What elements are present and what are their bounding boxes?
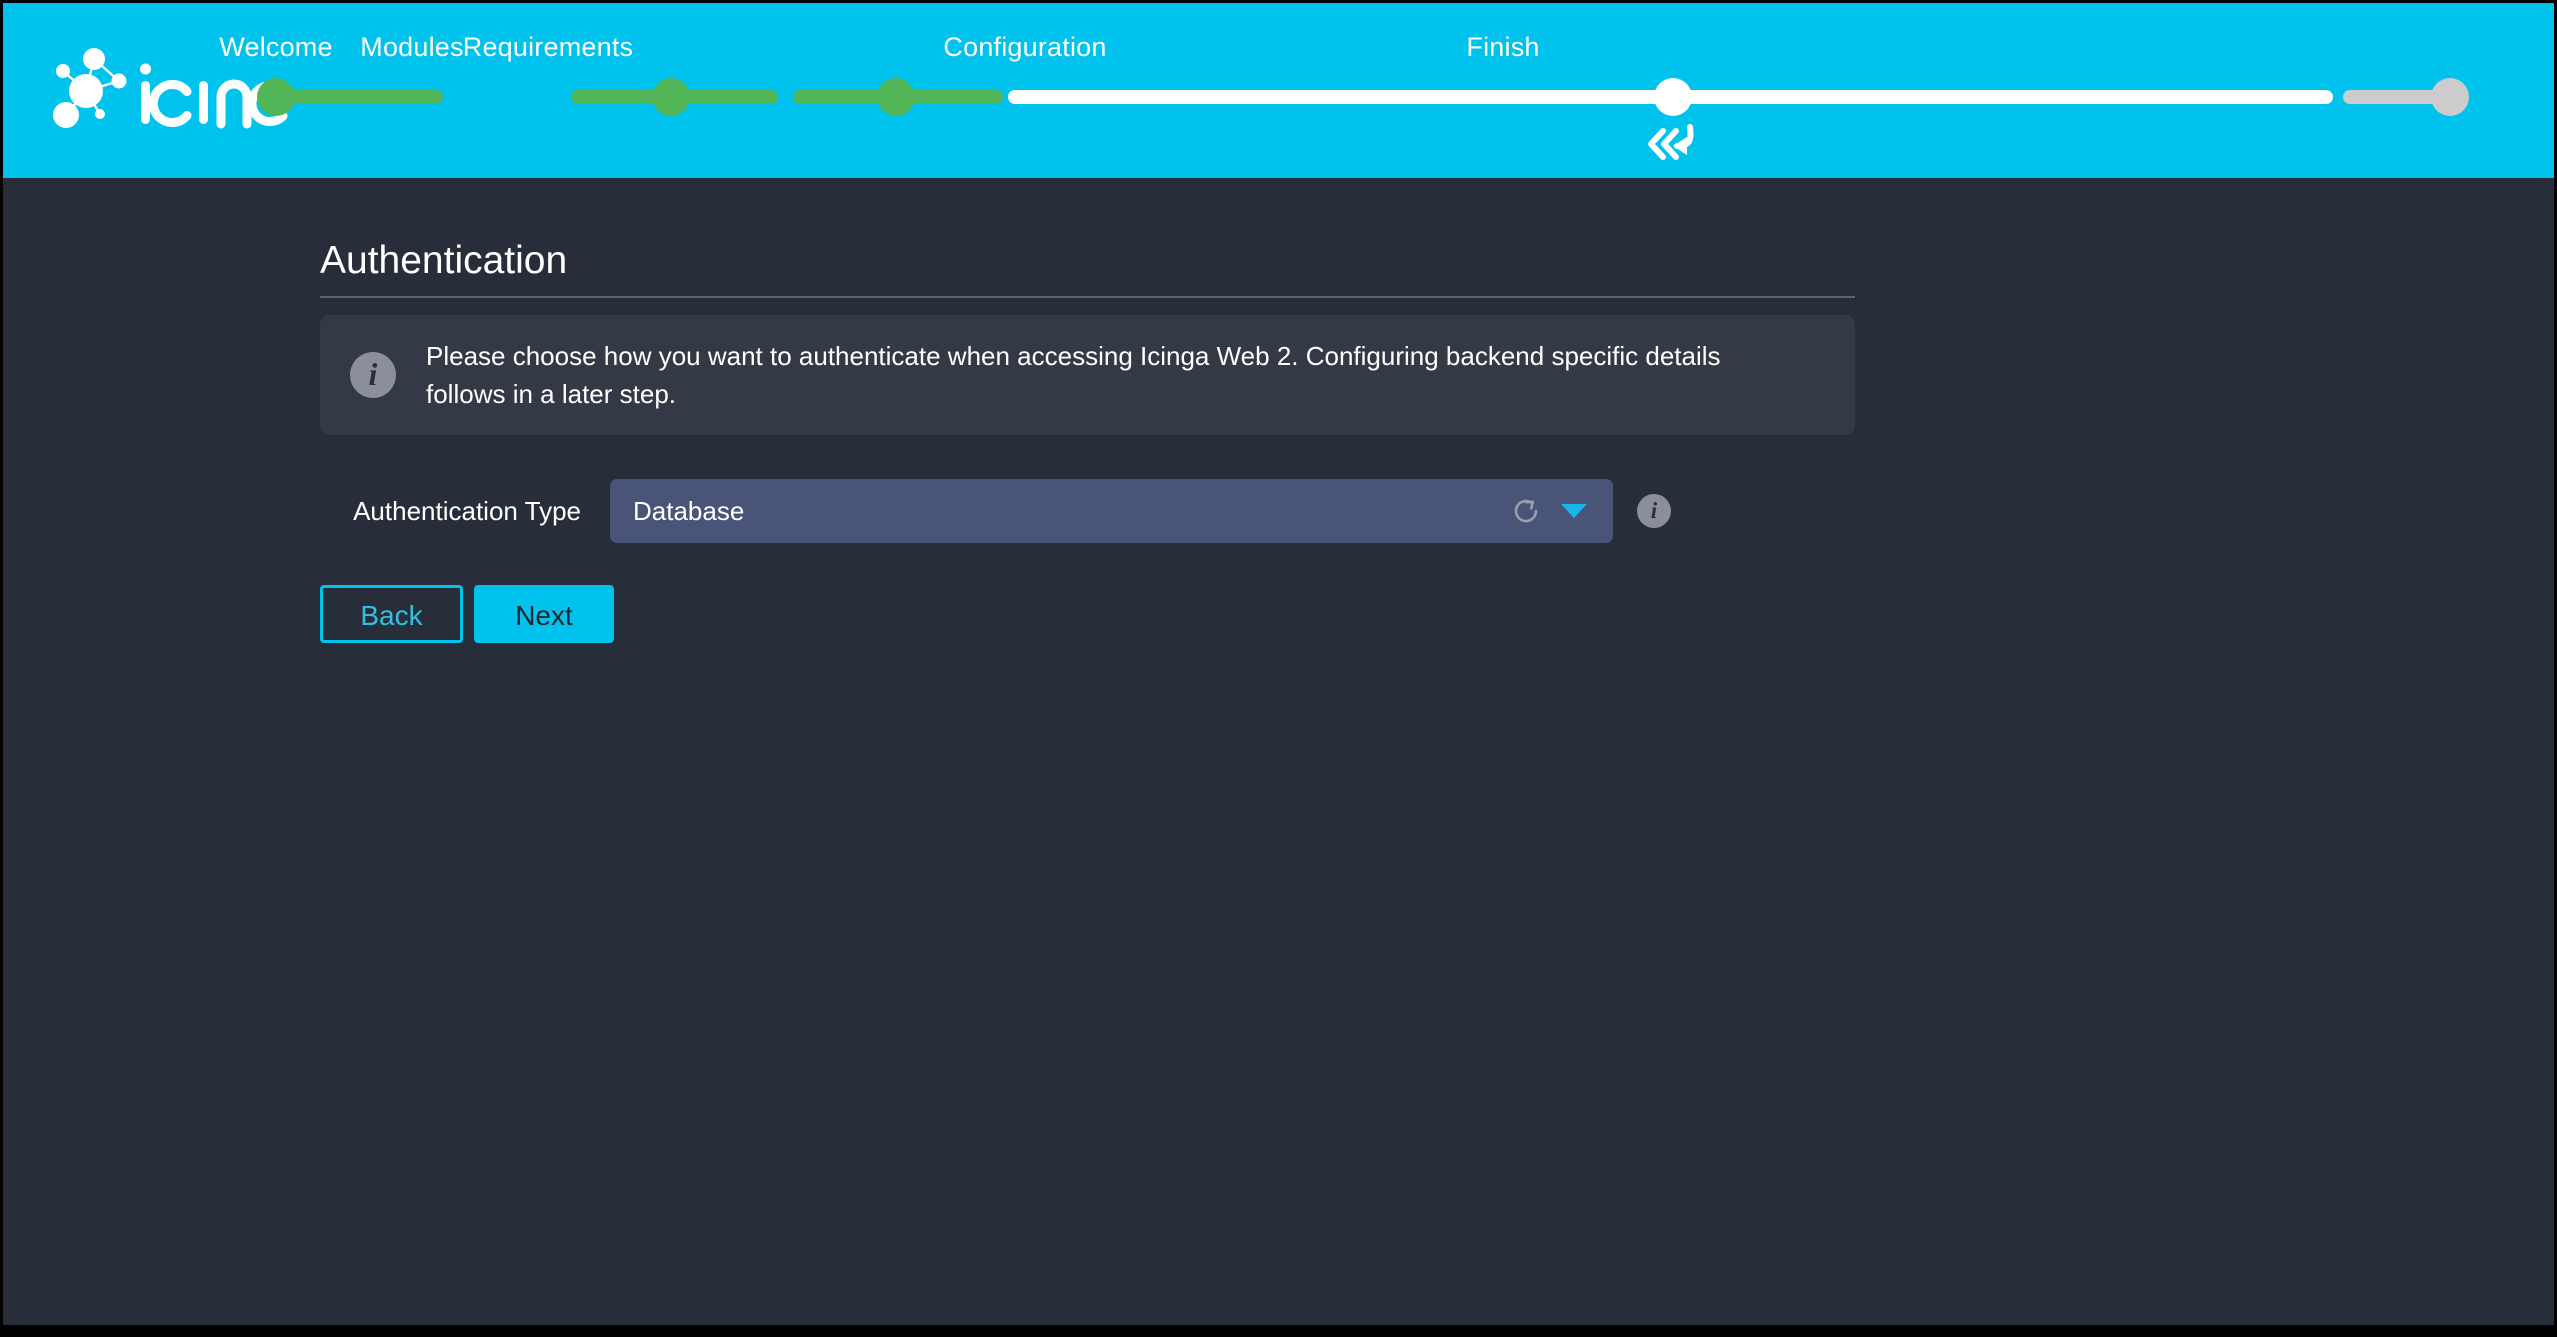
progress-dot-modules[interactable] <box>652 78 690 116</box>
progress-dot-finish[interactable] <box>2431 78 2469 116</box>
progress-bar-welcome <box>276 90 443 104</box>
auth-type-label: Authentication Type <box>353 496 581 526</box>
wizard-header: Welcome Modules Requirements Configuration F… <box>3 3 2554 178</box>
setup-wizard-page: Welcome Modules Requirements Configuration F… <box>3 3 2554 1325</box>
chevron-down-icon[interactable] <box>1561 504 1587 518</box>
back-button[interactable]: Back <box>320 585 463 643</box>
step-label-modules[interactable]: Modules <box>360 31 463 63</box>
step-label-configuration[interactable]: Configuration <box>943 31 1106 63</box>
auth-type-selected-value: Database <box>633 496 745 526</box>
wizard-progress: Welcome Modules Requirements Configuration F… <box>219 3 2554 178</box>
step-label-welcome[interactable]: Welcome <box>219 31 332 63</box>
auth-type-select[interactable]: Database <box>610 479 1613 543</box>
page-title: Authentication <box>320 238 1855 298</box>
step-label-finish[interactable]: Finish <box>1466 31 1539 63</box>
refresh-icon[interactable] <box>1511 496 1541 526</box>
wizard-button-row: Back Next <box>320 585 1855 643</box>
info-circle-icon: i <box>350 352 396 398</box>
info-banner: i Please choose how you want to authenti… <box>320 315 1855 435</box>
info-glyph: i <box>368 356 378 392</box>
main-content: Authentication i Please choose how you w… <box>3 178 2554 1325</box>
auth-type-help-icon[interactable]: i <box>1637 494 1671 528</box>
info-glyph: i <box>1650 497 1658 523</box>
auth-type-form-row: Authentication Type Database i <box>320 479 1855 543</box>
next-button[interactable]: Next <box>474 585 614 643</box>
progress-dot-requirements[interactable] <box>877 78 915 116</box>
step-label-requirements[interactable]: Requirements <box>463 31 633 63</box>
progress-dot-configuration[interactable] <box>1654 78 1692 116</box>
progress-dot-welcome[interactable] <box>257 78 295 116</box>
reply-back-arrow-icon[interactable] <box>1643 121 1703 167</box>
info-banner-text: Please choose how you want to authentica… <box>426 341 1721 409</box>
